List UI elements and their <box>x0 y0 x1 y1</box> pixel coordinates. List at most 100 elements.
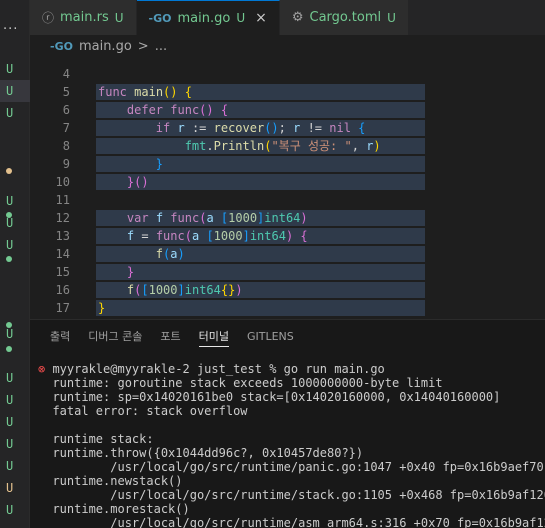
untracked-badge: U <box>387 10 396 25</box>
terminal-line: runtime: goroutine stack exceeds 1000000… <box>52 376 443 390</box>
code-text: } <box>126 265 135 279</box>
git-status-badge: U <box>6 371 14 385</box>
git-status-badge: U <box>6 327 14 341</box>
tab-label: main.rs <box>60 10 109 25</box>
git-status-badge: U <box>6 216 14 230</box>
go-icon: -GO <box>50 39 73 53</box>
code-text: if r := recover(); r != nil { <box>155 121 366 135</box>
go-icon: -GO <box>148 11 172 25</box>
code-text: }() <box>126 175 149 189</box>
line-number: 16 <box>55 283 70 297</box>
panel-tab[interactable]: 디버그 콘솔 <box>88 320 142 353</box>
git-status-badge: U <box>6 106 14 120</box>
code-line[interactable]: 16 f([1000]int64{}) <box>30 281 545 299</box>
line-number: 5 <box>62 85 70 99</box>
editor-tab-bar: ⓡ main.rs U -GO main.go U × ⚙ Cargo.toml… <box>30 0 545 35</box>
rust-icon: ⓡ <box>42 11 55 25</box>
terminal-line: ⊗ myyrakle@myyrakle-2 just_test % go run… <box>38 362 385 376</box>
code-line[interactable]: 14 f(a) <box>30 245 545 263</box>
terminal[interactable]: ⊗ myyrakle@myyrakle-2 just_test % go run… <box>38 362 545 528</box>
line-number: 8 <box>62 139 70 153</box>
breadcrumb-symbol[interactable]: ... <box>155 39 167 54</box>
git-status-badge: U <box>6 238 14 252</box>
code-text: var f func(a [1000]int64) <box>126 211 308 225</box>
git-status-badge: U <box>6 503 14 517</box>
tab-main-go[interactable]: -GO main.go U × <box>136 0 280 35</box>
code-line[interactable]: 13 f = func(a [1000]int64) { <box>30 227 545 245</box>
terminal-line: runtime stack: <box>52 432 154 446</box>
code-text: f(a) <box>155 247 185 261</box>
line-number: 6 <box>62 103 70 117</box>
code-line[interactable]: 12 var f func(a [1000]int64) <box>30 209 545 227</box>
status-dot <box>6 168 12 174</box>
status-dot <box>6 322 12 328</box>
code-text: defer func() { <box>126 103 229 117</box>
line-number: 13 <box>55 229 70 243</box>
code-line[interactable]: 17} <box>30 299 545 317</box>
breadcrumb-file[interactable]: main.go <box>79 39 132 54</box>
git-status-badge: U <box>6 194 14 208</box>
line-number: 10 <box>55 175 70 189</box>
panel-tab[interactable]: 출력 <box>50 320 70 353</box>
code-text: f = func(a [1000]int64) { <box>126 229 308 243</box>
line-number: 12 <box>55 211 70 225</box>
tab-label: Cargo.toml <box>309 10 382 25</box>
git-status-badge: U <box>6 481 14 495</box>
line-number: 7 <box>62 121 70 135</box>
panel-tab[interactable]: 포트 <box>160 320 180 353</box>
status-dot <box>6 346 12 352</box>
panel-tabs: 출력 디버그 콘솔 포트 터미널 GITLENS <box>30 320 545 353</box>
more-actions-icon[interactable]: ··· <box>3 22 18 37</box>
terminal-line: /usr/local/go/src/runtime/stack.go:1105 … <box>52 488 545 502</box>
code-line[interactable]: 7 if r := recover(); r != nil { <box>30 119 545 137</box>
code-line[interactable]: 8 fmt.Println("복구 성공: ", r) <box>30 137 545 155</box>
gear-icon: ⚙ <box>291 10 304 25</box>
code-line[interactable]: 10 }() <box>30 173 545 191</box>
tab-label: main.go <box>177 10 231 26</box>
breadcrumb: -GO main.go > ... <box>30 35 545 57</box>
line-number: 4 <box>62 67 70 81</box>
bottom-panel: 출력 디버그 콘솔 포트 터미널 GITLENS ⊗ myyrakle@myyrakle… <box>30 319 545 528</box>
code-text: fmt.Println("복구 성공: ", r) <box>184 139 381 153</box>
code-line[interactable]: 11 <box>30 191 545 209</box>
code-line[interactable]: 6 defer func() { <box>30 101 545 119</box>
panel-tab[interactable]: GITLENS <box>247 320 294 353</box>
untracked-badge: U <box>114 10 124 25</box>
error-icon: ⊗ <box>38 362 53 376</box>
tab-main-rs[interactable]: ⓡ main.rs U <box>30 0 137 35</box>
git-status-badge: U <box>6 393 14 407</box>
vscode-window: ··· UUUUUUUUUUUUUU ⓡ main.rs U -GO main.… <box>0 0 545 528</box>
code-line[interactable]: 15 } <box>30 263 545 281</box>
line-number: 15 <box>55 265 70 279</box>
chevron-right-icon: > <box>137 38 149 54</box>
code-editor[interactable]: 4 5 func main() {6 defer func() {7 if r :=… <box>30 57 545 319</box>
line-number: 9 <box>62 157 70 171</box>
terminal-line: runtime: sp=0x14020161be0 stack=[0x14020… <box>52 390 501 404</box>
terminal-line: /usr/local/go/src/runtime/panic.go:1047 … <box>52 460 545 474</box>
git-status-badge: U <box>6 62 14 76</box>
code-text: f([1000]int64{}) <box>126 283 243 297</box>
line-number: 17 <box>55 301 70 315</box>
terminal-line: runtime.throw({0x1044dd96c?, 0x10457de80… <box>52 446 364 460</box>
code-text: } <box>155 157 164 171</box>
tab-cargo-toml[interactable]: ⚙ Cargo.toml U <box>279 0 409 35</box>
code-line[interactable]: 5 func main() { <box>30 83 545 101</box>
status-dot <box>6 256 12 262</box>
git-status-badge: U <box>6 415 14 429</box>
terminal-line: runtime.newstack() <box>52 474 183 488</box>
code-text: } <box>98 301 106 315</box>
status-dot <box>6 212 12 218</box>
close-icon[interactable]: × <box>255 10 267 26</box>
panel-tab[interactable]: 터미널 <box>198 320 230 353</box>
code-line[interactable]: 9 } <box>30 155 545 173</box>
git-status-badge: U <box>6 459 14 473</box>
untracked-badge: U <box>236 11 246 25</box>
terminal-line: fatal error: stack overflow <box>52 404 248 418</box>
code-line[interactable]: 4 <box>30 65 545 83</box>
git-status-badge: U <box>0 80 30 102</box>
git-status-badge: U <box>6 437 14 451</box>
terminal-line: runtime.morestack() <box>52 502 190 516</box>
line-number: 14 <box>55 247 70 261</box>
code-text: func main() { <box>98 85 192 99</box>
